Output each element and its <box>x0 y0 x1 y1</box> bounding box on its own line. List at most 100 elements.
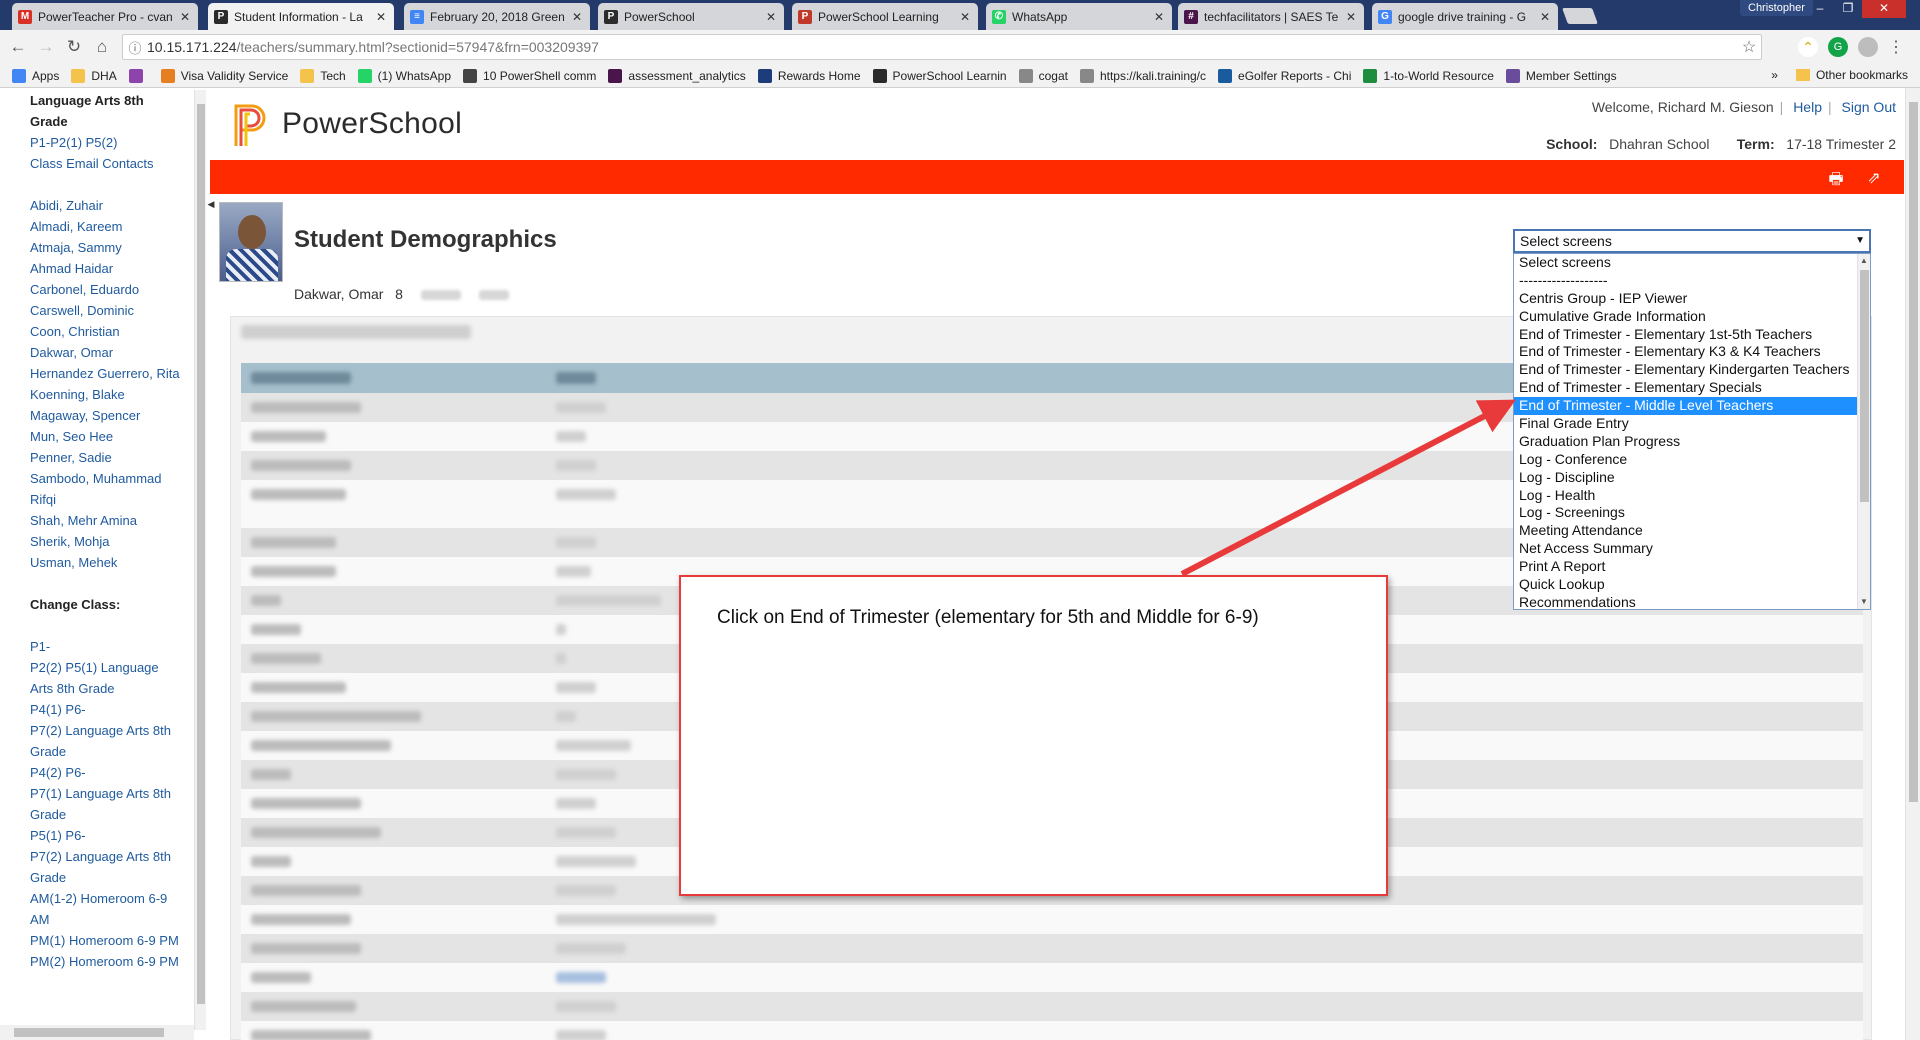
screen-option[interactable]: End of Trimester - Middle Level Teachers <box>1514 397 1859 416</box>
student-link[interactable]: Penner, Sadie <box>30 447 180 468</box>
student-link[interactable]: Abidi, Zuhair <box>30 195 180 216</box>
back-icon[interactable]: ← <box>4 33 32 61</box>
new-tab-button[interactable] <box>1562 8 1598 24</box>
account-icon[interactable] <box>1858 37 1878 57</box>
change-class-link[interactable]: P2(2) P5(1) Language Arts 8th Grade <box>30 657 180 699</box>
screen-option[interactable]: Quick Lookup <box>1514 576 1859 594</box>
browser-tab[interactable]: ✆ WhatsApp ✕ <box>986 3 1172 30</box>
change-class-link[interactable]: P4(1) P6- <box>30 699 180 720</box>
screen-option[interactable]: Centris Group - IEP Viewer <box>1514 290 1859 308</box>
other-bookmarks[interactable]: » Other bookmarks <box>1771 68 1908 82</box>
screen-option[interactable]: Select screens <box>1514 254 1859 272</box>
bookmark-item[interactable]: 10 PowerShell comm <box>463 68 596 83</box>
screen-option[interactable]: Log - Conference <box>1514 451 1859 469</box>
select-screens-dropdown[interactable]: Select screens ▼ <box>1513 229 1871 253</box>
student-link[interactable]: Atmaja, Sammy <box>30 237 180 258</box>
sidebar-horizontal-scrollbar[interactable] <box>0 1025 194 1040</box>
minimize-icon[interactable]: – <box>1806 0 1834 18</box>
change-class-link[interactable]: PM(2) Homeroom 6-9 PM <box>30 951 180 972</box>
bookmark-item[interactable]: Member Settings <box>1505 68 1617 83</box>
bookmark-item[interactable]: DHA <box>71 68 117 83</box>
bookmark-item[interactable]: (1) WhatsApp <box>357 68 451 83</box>
scroll-down-icon[interactable]: ▼ <box>1858 595 1870 609</box>
class-period-link[interactable]: P1-P2(1) P5(2) <box>30 132 180 153</box>
student-link[interactable]: Hernandez Guerrero, Rita <box>30 363 180 384</box>
screen-option[interactable]: Print A Report <box>1514 558 1859 576</box>
student-link[interactable]: Magaway, Spencer <box>30 405 180 426</box>
screen-option[interactable]: Log - Discipline <box>1514 469 1859 487</box>
browser-tab[interactable]: # techfacilitators | SAES Te ✕ <box>1178 3 1364 30</box>
menu-icon[interactable]: ⋮ <box>1886 37 1906 57</box>
screen-option[interactable]: Net Access Summary <box>1514 540 1859 558</box>
bookmark-item[interactable]: assessment_analytics <box>608 68 746 83</box>
close-window-icon[interactable]: ✕ <box>1862 0 1906 18</box>
screen-option[interactable]: Meeting Attendance <box>1514 522 1859 540</box>
sidebar-scrollbar[interactable] <box>194 90 206 1030</box>
tab-close-icon[interactable]: ✕ <box>958 10 972 24</box>
student-link[interactable]: Usman, Mehek <box>30 552 180 573</box>
student-link[interactable]: Carswell, Dominic <box>30 300 180 321</box>
screen-option[interactable]: End of Trimester - Elementary Specials <box>1514 379 1859 397</box>
student-link[interactable]: Coon, Christian <box>30 321 180 342</box>
bookmark-item[interactable]: Tech <box>300 68 346 83</box>
browser-tab[interactable]: ≡ February 20, 2018 Green ✕ <box>404 3 590 30</box>
browser-tab[interactable]: Ggoogle drive training - G ✕ <box>1372 3 1558 30</box>
student-link[interactable]: Carbonel, Eduardo <box>30 279 180 300</box>
browser-tab[interactable]: M PowerTeacher Pro - cvan ✕ <box>12 3 198 30</box>
powerschool-logo[interactable]: PowerSchool <box>232 100 462 148</box>
sign-out-link[interactable]: Sign Out <box>1842 99 1896 115</box>
tab-close-icon[interactable]: ✕ <box>1344 10 1358 24</box>
open-external-icon[interactable]: ⇗ <box>1864 168 1884 187</box>
home-icon[interactable]: ⌂ <box>88 33 116 61</box>
bookmark-item[interactable]: Rewards Home <box>757 68 861 83</box>
bookmark-item[interactable]: cogat <box>1018 68 1068 83</box>
bookmark-item[interactable]: Visa Validity Service <box>160 68 288 83</box>
reload-icon[interactable]: ↻ <box>60 33 88 61</box>
student-link[interactable]: Mun, Seo Hee <box>30 426 180 447</box>
change-class-link[interactable]: AM(1-2) Homeroom 6-9 AM <box>30 888 180 930</box>
profile-button[interactable]: Christopher <box>1740 0 1813 16</box>
tab-close-icon[interactable]: ✕ <box>570 10 584 24</box>
browser-tab[interactable]: P PowerSchool ✕ <box>598 3 784 30</box>
page-scrollbar[interactable] <box>1905 88 1920 1040</box>
change-class-link[interactable]: P4(2) P6- <box>30 762 180 783</box>
tab-close-icon[interactable]: ✕ <box>1152 10 1166 24</box>
bookmark-item[interactable]: PowerSchool Learnin <box>872 68 1007 83</box>
screen-option[interactable]: End of Trimester - Elementary 1st-5th Te… <box>1514 326 1859 344</box>
screen-option[interactable]: Cumulative Grade Information <box>1514 308 1859 326</box>
change-class-link[interactable]: P7(1) Language Arts 8th Grade <box>30 783 180 825</box>
screen-option[interactable]: End of Trimester - Elementary Kindergart… <box>1514 361 1859 379</box>
screen-option[interactable]: ------------------- <box>1514 272 1859 290</box>
change-class-link[interactable]: P7(2) Language Arts 8th Grade <box>30 846 180 888</box>
browser-tab[interactable]: P Student Information - La ✕ <box>208 3 394 30</box>
tab-close-icon[interactable]: ✕ <box>1538 10 1552 24</box>
print-icon[interactable]: 🖶 <box>1826 168 1846 188</box>
student-link[interactable]: Dakwar, Omar <box>30 342 180 363</box>
address-bar[interactable]: ⓘ 10.15.171.224/teachers/summary.html?se… <box>122 34 1762 60</box>
screen-option[interactable]: Log - Screenings <box>1514 504 1859 522</box>
bookmark-item[interactable] <box>128 68 149 83</box>
change-class-link[interactable]: P1- <box>30 636 180 657</box>
student-link[interactable]: Shah, Mehr Amina <box>30 510 180 531</box>
dropdown-scrollbar[interactable]: ▲ ▼ <box>1857 254 1870 609</box>
screen-option[interactable]: Recommendations <box>1514 594 1859 609</box>
extension-icon[interactable]: ⌃ <box>1798 37 1818 57</box>
bookmark-star-icon[interactable]: ☆ <box>1737 37 1761 57</box>
browser-tab[interactable]: P PowerSchool Learning ✕ <box>792 3 978 30</box>
screen-option[interactable]: Final Grade Entry <box>1514 415 1859 433</box>
student-link[interactable]: Almadi, Kareem <box>30 216 180 237</box>
change-class-link[interactable]: P5(1) P6- <box>30 825 180 846</box>
restore-icon[interactable]: ❐ <box>1834 0 1862 18</box>
change-class-link[interactable]: P7(2) Language Arts 8th Grade <box>30 720 180 762</box>
help-link[interactable]: Help <box>1793 99 1822 115</box>
screen-option[interactable]: Graduation Plan Progress <box>1514 433 1859 451</box>
bookmark-item[interactable]: https://kali.training/c <box>1079 68 1206 83</box>
change-class-link[interactable]: PM(1) Homeroom 6-9 PM <box>30 930 180 951</box>
grammarly-icon[interactable]: G <box>1828 37 1848 57</box>
student-link[interactable]: Sambodo, Muhammad Rifqi <box>30 468 180 510</box>
site-info-icon[interactable]: ⓘ <box>123 38 147 57</box>
bookmarks-overflow-icon[interactable]: » <box>1771 68 1778 82</box>
screen-option[interactable]: Log - Health <box>1514 487 1859 505</box>
tab-close-icon[interactable]: ✕ <box>374 10 388 24</box>
tab-close-icon[interactable]: ✕ <box>178 10 192 24</box>
